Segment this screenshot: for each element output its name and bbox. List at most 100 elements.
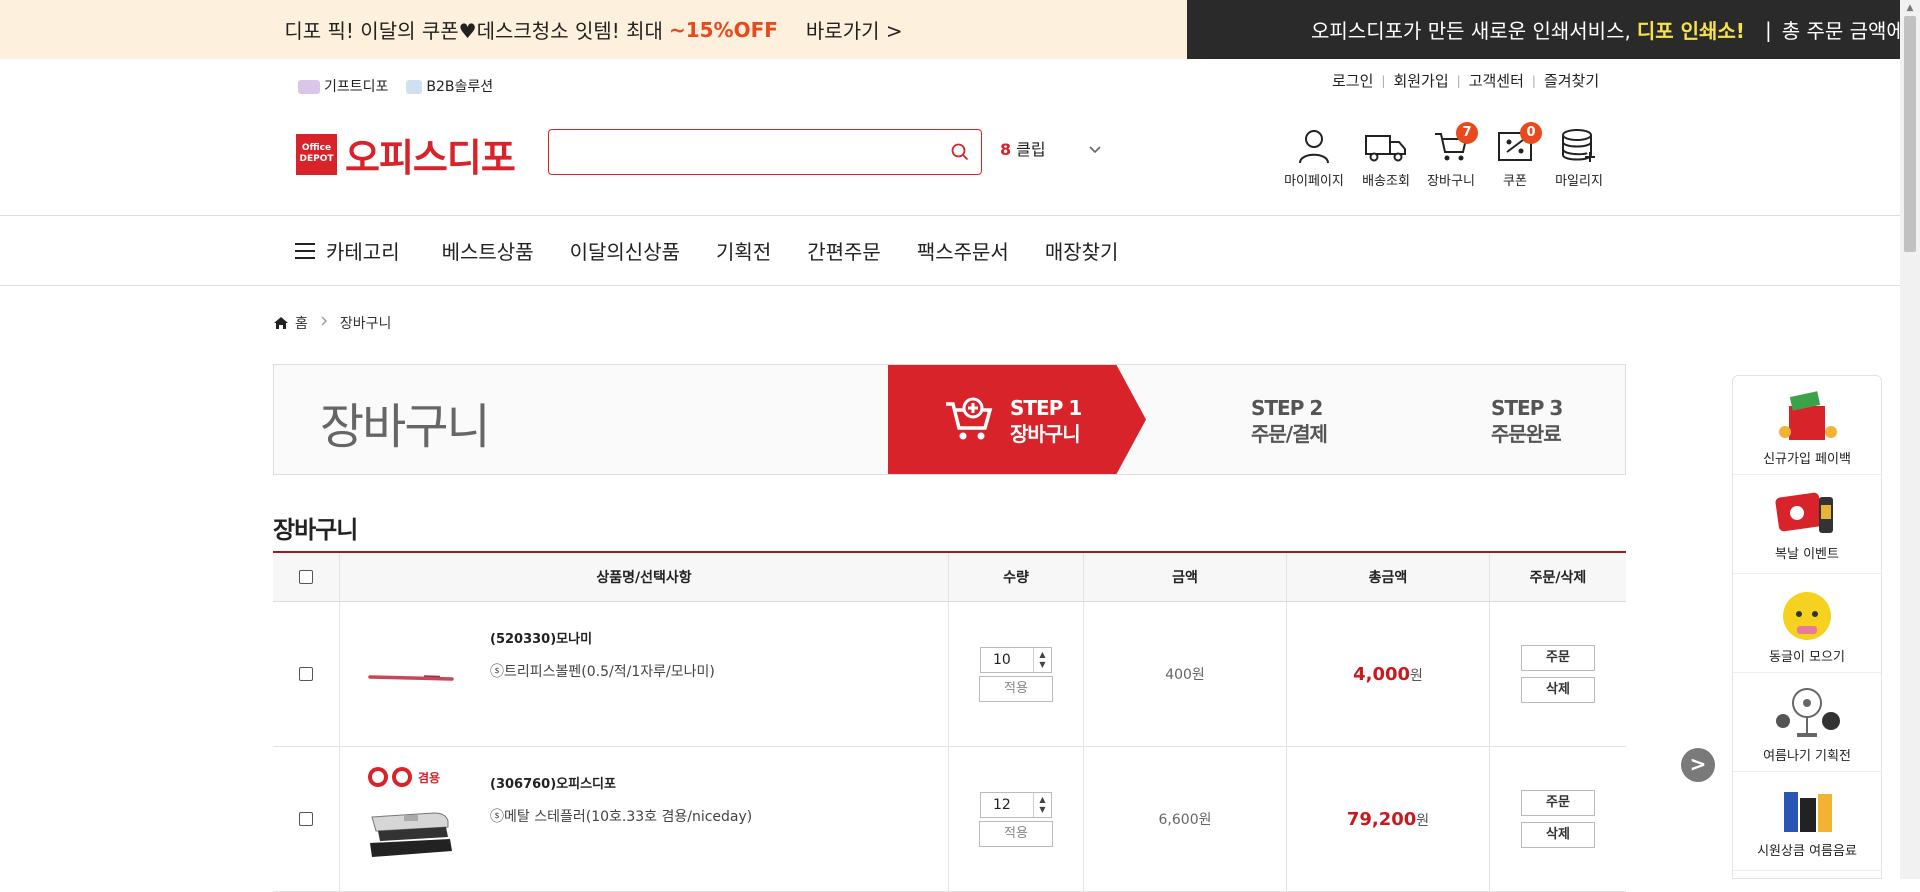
- stepper-arrows[interactable]: ▲ ▼: [1033, 647, 1051, 672]
- breadcrumb-current: 장바구니: [339, 316, 392, 332]
- voucher-icon: [1775, 492, 1833, 533]
- side-item-donggeul-collect[interactable]: 동글이 모으기: [1733, 574, 1881, 673]
- promo-banner-left[interactable]: 디포 픽! 이달의 쿠폰♥데스크청소 잇템! 최대 ~15%OFF 바로가기 >: [0, 0, 1187, 59]
- nav-item-fax-order[interactable]: 팩스주문서: [917, 236, 1009, 265]
- action-cell: 주문 삭제: [1490, 602, 1626, 746]
- product-cell: (520330)모나미 ⓢ트리피스볼펜(0.5/적/1자루/모나미): [340, 602, 949, 746]
- product-name[interactable]: ⓢ트리피스볼펜(0.5/적/1자루/모나미): [490, 661, 715, 681]
- delivery-tracking-button[interactable]: 배송조회: [1353, 128, 1419, 189]
- nav-divider-bottom: [0, 285, 1900, 286]
- nav-item-store-finder[interactable]: 매장찾기: [1045, 236, 1119, 265]
- scroll-up-arrow[interactable]: ▲: [1904, 2, 1916, 14]
- quantity-cell: 12 ▲ ▼ 적용: [949, 747, 1084, 891]
- product-image-stapler[interactable]: 겸용: [364, 765, 458, 875]
- total-price: 4,000원: [1353, 663, 1423, 685]
- total-cell: 79,200원: [1287, 747, 1490, 891]
- nav-item-best[interactable]: 베스트상품: [442, 236, 534, 265]
- column-header: 주문/삭제: [1529, 570, 1587, 586]
- order-steps: 장바구니 STEP 1 장바구니 STEP 2 주문/결제 STEP 3 주문완…: [273, 364, 1626, 475]
- nav-item-promotion[interactable]: 기획전: [716, 236, 771, 265]
- delete-button[interactable]: 삭제: [1521, 677, 1595, 703]
- product-info: (520330)모나미 ⓢ트리피스볼펜(0.5/적/1자루/모나미): [490, 628, 715, 681]
- coins-icon: [1562, 129, 1595, 162]
- b2b-solution-link[interactable]: B2B솔루션: [406, 76, 493, 96]
- cart-count-badge: 7: [1456, 122, 1478, 144]
- product-code[interactable]: (306760)오피스디포: [490, 773, 752, 792]
- signup-link[interactable]: 회원가입: [1393, 70, 1448, 91]
- util-left-links: 기프트디포 B2B솔루션: [298, 76, 493, 96]
- home-icon[interactable]: [273, 316, 289, 330]
- coupon-button[interactable]: 쿠폰 0: [1482, 122, 1548, 189]
- quantity-value[interactable]: 10: [981, 652, 1011, 668]
- mileage-button[interactable]: 마일리지: [1546, 128, 1612, 189]
- side-next-button[interactable]: >: [1681, 748, 1715, 782]
- nav-item-quick-order[interactable]: 간편주문: [807, 236, 881, 265]
- site-logo[interactable]: Office DEPOT 오피스디포: [296, 127, 516, 182]
- quantity-stepper[interactable]: 10 ▲ ▼: [980, 646, 1052, 673]
- quantity-cell: 10 ▲ ▼ 적용: [949, 602, 1084, 746]
- breadcrumb-home[interactable]: 홈: [295, 313, 308, 333]
- table-row: (520330)모나미 ⓢ트리피스볼펜(0.5/적/1자루/모나미) 10 ▲ ▼…: [273, 602, 1626, 747]
- select-all-cell: [273, 553, 340, 601]
- fan-icon: [1776, 688, 1840, 737]
- util-separator: |: [1531, 73, 1536, 88]
- promo-text: 디포 픽! 이달의 쿠폰♥데스크청소 잇템! 최대: [284, 19, 663, 43]
- search-icon[interactable]: [951, 143, 969, 165]
- apply-button[interactable]: 적용: [979, 820, 1053, 847]
- cart-section-title: 장바구니: [273, 516, 358, 544]
- login-link[interactable]: 로그인: [1332, 70, 1373, 91]
- b2b-icon: [406, 80, 423, 94]
- logo-name: 오피스디포: [345, 136, 516, 180]
- gift-icon: [298, 80, 320, 94]
- step1-label: STEP 1 장바구니: [1010, 396, 1082, 446]
- cart-plus-icon: [946, 397, 993, 440]
- clip-counter[interactable]: 8 클립: [1000, 136, 1046, 160]
- unit-price: 6,600원: [1158, 812, 1212, 828]
- column-header: 상품명/선택사항: [340, 553, 949, 601]
- chevron-down-icon[interactable]: [1088, 140, 1102, 159]
- product-name[interactable]: ⓢ메탈 스테플러(10호.33호 겸용/niceday): [490, 806, 752, 826]
- side-banner: 신규가입 페이백 복날 이벤트 동글이 모으기 여름나기 기획전 시원상큼 여름…: [1732, 375, 1882, 879]
- quantity-value[interactable]: 12: [981, 797, 1011, 813]
- apply-button[interactable]: 적용: [979, 675, 1053, 702]
- column-header: 금액: [1084, 553, 1287, 601]
- hamburger-icon: [295, 242, 315, 259]
- side-item-boknal-event[interactable]: 복날 이벤트: [1733, 475, 1881, 574]
- mypage-button[interactable]: 마이페이지: [1281, 128, 1347, 189]
- quantity-stepper[interactable]: 12 ▲ ▼: [980, 791, 1052, 818]
- side-item-signup-payback[interactable]: 신규가입 페이백: [1733, 376, 1881, 475]
- util-separator: |: [1381, 73, 1386, 88]
- promo-banner-right[interactable]: 오피스디포가 만든 새로운 인쇄서비스, 디포 인쇄소! | 총 주문 금액에 …: [1187, 0, 1920, 59]
- logo-box: Office DEPOT: [296, 134, 337, 175]
- page-title: 장바구니: [320, 399, 491, 455]
- column-header: 총금액: [1287, 553, 1490, 601]
- product-image-pen[interactable]: [364, 620, 458, 730]
- step3-label: STEP 3 주문완료: [1491, 396, 1563, 446]
- product-cell: 겸용 (306760)오피스디포 ⓢ메탈 스테플러(10호.33호 겸용/nic…: [340, 747, 949, 891]
- customer-center-link[interactable]: 고객센터: [1469, 70, 1524, 91]
- search-input[interactable]: [549, 130, 929, 174]
- row-select-cell: [273, 602, 340, 746]
- order-button[interactable]: 주문: [1521, 790, 1595, 816]
- stepper-arrows[interactable]: ▲ ▼: [1033, 792, 1051, 817]
- table-header: 상품명/선택사항 수량 금액 총금액 주문/삭제: [273, 551, 1626, 602]
- promo-separator: |: [1764, 17, 1772, 42]
- category-menu-button[interactable]: 카테고리: [294, 236, 400, 265]
- select-all-checkbox[interactable]: [299, 570, 313, 584]
- favorites-link[interactable]: 즐겨찾기: [1544, 70, 1599, 91]
- nav-item-new[interactable]: 이달의신상품: [570, 236, 680, 265]
- row-checkbox[interactable]: [299, 812, 313, 826]
- gift-depot-link[interactable]: 기프트디포: [298, 76, 388, 96]
- promo-print-highlight: 디포 인쇄소!: [1636, 19, 1745, 43]
- side-item-summer-drinks[interactable]: 시원상큼 여름음료: [1733, 772, 1881, 871]
- side-item-summer-promo[interactable]: 여름나기 기획전: [1733, 673, 1881, 772]
- order-button[interactable]: 주문: [1521, 645, 1595, 671]
- delete-button[interactable]: 삭제: [1521, 822, 1595, 848]
- cart-button[interactable]: 장바구니 7: [1418, 122, 1484, 189]
- character-icon: [1783, 592, 1831, 640]
- scrollbar-thumb[interactable]: [1904, 16, 1916, 252]
- promo-go-link[interactable]: 바로가기 >: [806, 15, 903, 44]
- row-checkbox[interactable]: [299, 667, 313, 681]
- product-code[interactable]: (520330)모나미: [490, 628, 715, 647]
- price-cell: 400원: [1084, 602, 1287, 746]
